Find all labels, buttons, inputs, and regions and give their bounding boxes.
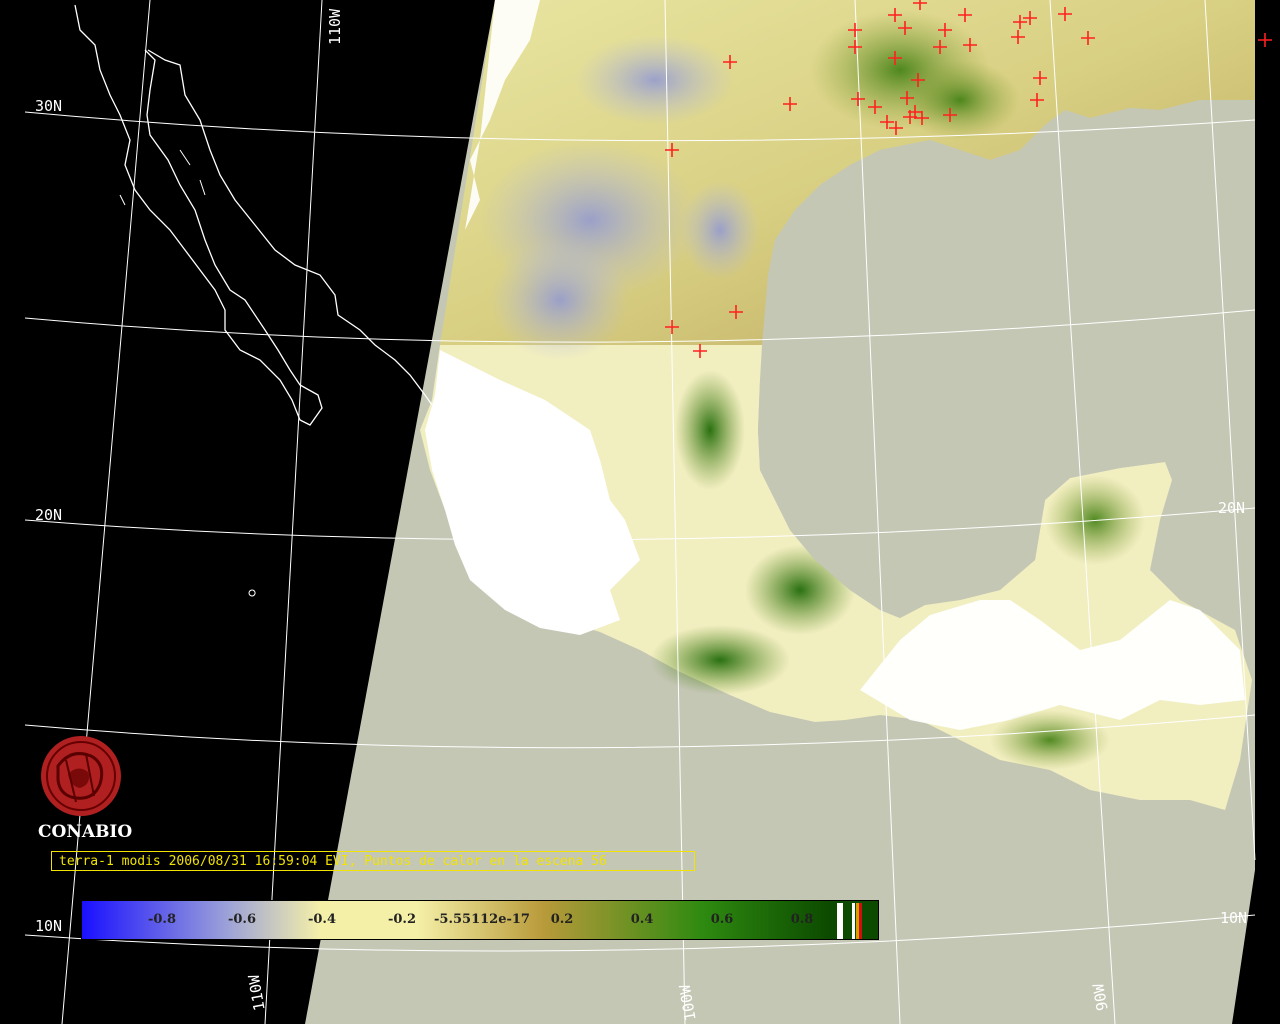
conabio-logo-text: CONABIO [38, 822, 133, 842]
colorbar-tick: -0.4 [307, 912, 337, 927]
colorbar-white-stripe [837, 903, 843, 939]
colorbar-tick: 0.6 [710, 912, 734, 927]
colorbar-tick: -0.6 [227, 912, 257, 927]
lat-label-10n-left: 10N [35, 917, 63, 935]
conabio-logo [36, 736, 132, 820]
baja-coastline [74, 4, 323, 426]
colorbar-tick: 0.2 [550, 912, 574, 927]
lat-label-30n: 30N [35, 97, 63, 115]
colorbar-tick: 0.4 [630, 912, 654, 927]
lon-label-110w-top: 110W [326, 8, 344, 45]
lon-label-90w-bottom: 90W [1089, 982, 1112, 1013]
colorbar-tick: -5.55112e-17 [434, 912, 530, 927]
sonora-coastline [147, 49, 433, 406]
evi-colorbar: -0.8 -0.6 -0.4 -0.2 -5.55112e-17 0.2 0.4 0.6 0.8 [81, 900, 879, 940]
colorbar-red-stripe [859, 903, 862, 939]
lat-label-20n-left: 20N [35, 506, 63, 524]
scene-caption: terra-1 modis 2006/08/31 16:59:04 EVI, P… [51, 851, 695, 871]
colorbar-tick: -0.8 [147, 912, 177, 927]
gulf-islands [119, 149, 256, 597]
colorbar-tick: 0.8 [790, 912, 814, 927]
colorbar-tick: -0.2 [387, 912, 417, 927]
colorbar-white-stripe-2 [852, 903, 855, 939]
lat-label-20n-right: 20N [1218, 499, 1246, 517]
conabio-emblem-icon [41, 736, 121, 816]
hotspot-marker [1258, 33, 1272, 47]
lat-label-10n-right: 10N [1220, 909, 1248, 927]
map-view: 30N 20N 20N 10N 10N 110W 110W 100W 90W C… [0, 0, 1280, 1024]
